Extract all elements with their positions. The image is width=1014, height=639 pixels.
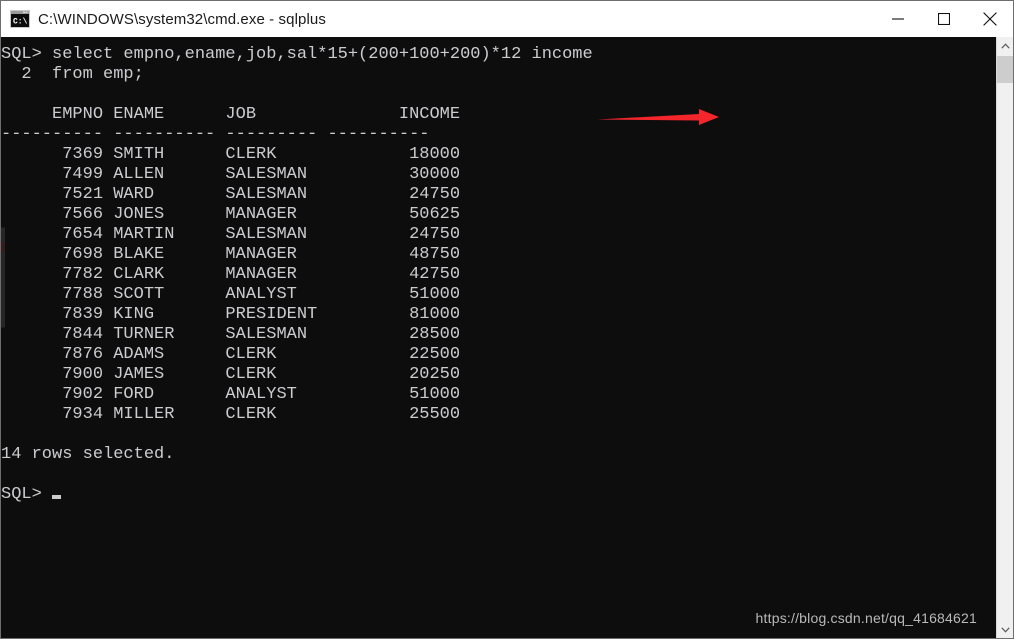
table-separator-row: ---------- ---------- --------- --------… [1,125,430,144]
chevron-up-icon [1000,42,1010,49]
minimize-button[interactable] [875,1,921,37]
table-row: 7654 MARTIN SALESMAN 24750 [1,225,461,244]
table-row: 7876 ADAMS CLERK 22500 [1,345,461,364]
table-row: 7698 BLAKE MANAGER 48750 [1,245,461,264]
table-row: 7566 JONES MANAGER 50625 [1,205,461,224]
cmd-console-icon: C:\ [10,10,30,28]
table-row: 7788 SCOTT ANALYST 51000 [1,285,461,304]
close-button[interactable] [967,1,1013,37]
scroll-down-button[interactable] [997,621,1013,638]
table-header-row: EMPNO ENAME JOB INCOME [1,105,461,124]
scroll-up-button[interactable] [997,37,1013,54]
window-title: C:\WINDOWS\system32\cmd.exe - sqlplus [38,10,326,28]
prompt-label: SQL> [1,485,42,504]
table-row: 7934 MILLER CLERK 25500 [1,405,461,424]
command-line-1: SQL> select empno,ename,job,sal*15+(200+… [1,45,593,64]
svg-text:C:\: C:\ [13,18,28,27]
table-row: 7839 KING PRESIDENT 81000 [1,305,461,324]
block-cursor [51,495,61,499]
chevron-down-icon [1000,626,1010,633]
table-row: 7782 CLARK MANAGER 42750 [1,265,461,284]
console-text-buffer: SQL> select empno,ename,job,sal*15+(200+… [1,45,996,505]
table-row: 7900 JAMES CLERK 20250 [1,365,461,384]
maximize-icon [938,13,950,25]
status-line: 14 rows selected. [1,445,175,464]
scrollbar-thumb[interactable] [997,56,1013,83]
table-row: 7521 WARD SALESMAN 24750 [1,185,461,204]
table-row: 7369 SMITH CLERK 18000 [1,145,461,164]
command-line-2: 2 from emp; [1,65,144,84]
maximize-button[interactable] [921,1,967,37]
minimize-icon [892,18,904,20]
table-row: 7902 FORD ANALYST 51000 [1,385,461,404]
watermark-text: https://blog.csdn.net/qq_41684621 [755,610,977,626]
vertical-scrollbar[interactable] [996,37,1013,638]
console-output-area[interactable]: SQL> select empno,ename,job,sal*15+(200+… [1,37,996,638]
table-row: 7844 TURNER SALESMAN 28500 [1,325,461,344]
scrollbar-track[interactable] [997,54,1013,621]
active-prompt-line[interactable]: SQL> [1,485,996,505]
table-row: 7499 ALLEN SALESMAN 30000 [1,165,461,184]
close-icon [983,12,997,26]
title-bar[interactable]: C:\ C:\WINDOWS\system32\cmd.exe - sqlplu… [1,1,1013,37]
cmd-window: C:\ C:\WINDOWS\system32\cmd.exe - sqlplu… [0,0,1014,639]
